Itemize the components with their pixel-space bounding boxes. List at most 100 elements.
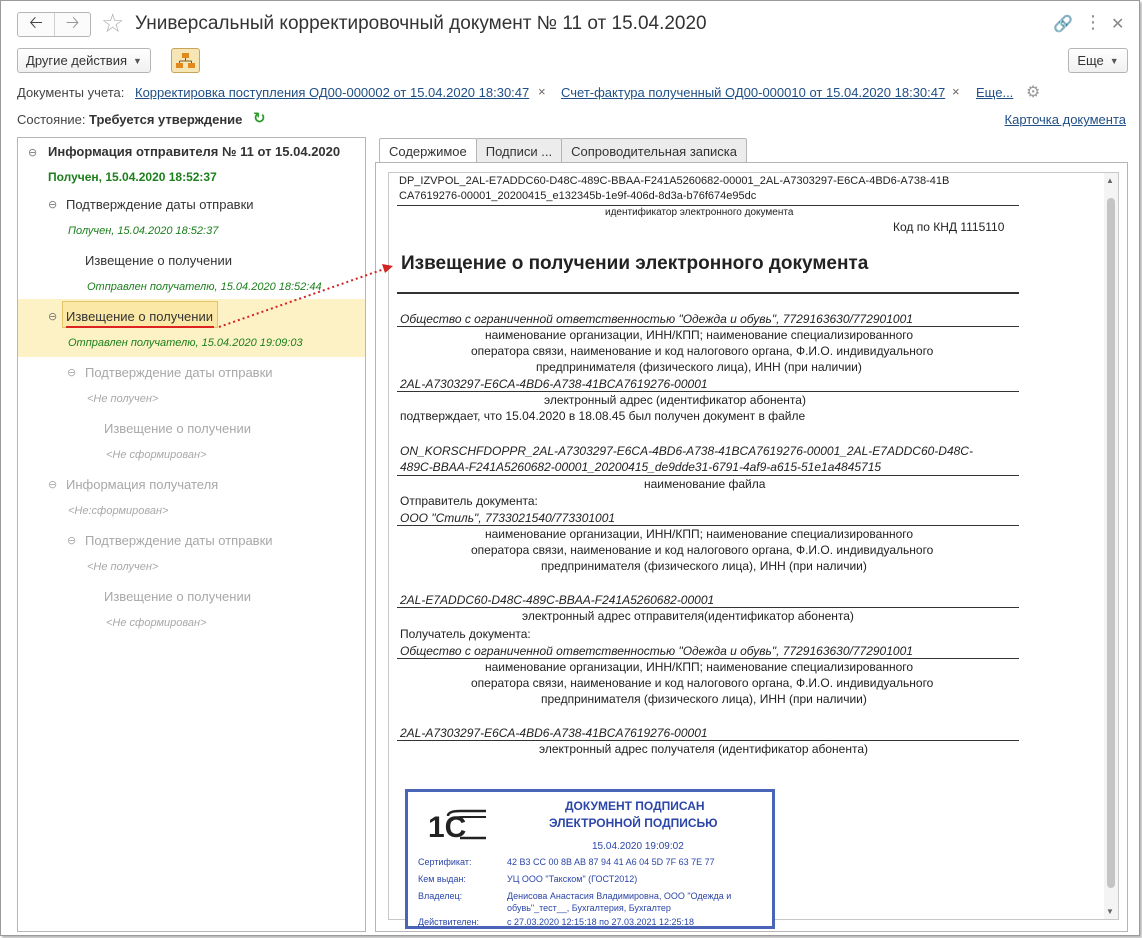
stamp-owner-value-1: Денисова Анастасия Владимировна, ООО "Од… (507, 891, 732, 901)
state-value: Требуется утверждение (89, 112, 243, 127)
org-caption-3: предпринимателя (физического лица), ИНН … (536, 360, 862, 374)
tree-node-status: <Не получен> (87, 561, 159, 573)
tab-signatures[interactable]: Подписи ... (475, 138, 563, 163)
stamp-owner-value-2: обувь"_тест__, Бухгалтерия, Бухгалтер (507, 903, 671, 913)
correction-document-link[interactable]: Корректировка поступления ОД00-000002 от… (135, 85, 529, 100)
collapse-icon[interactable]: ⊖ (48, 198, 57, 211)
sender-address-caption: электронный адрес отправителя(идентифика… (522, 609, 854, 623)
close-icon[interactable]: ✕ (1111, 14, 1124, 34)
file-name-line-1: ON_KORSCHFDOPPR_2AL-A7303297-E6CA-4BD6-A… (400, 444, 973, 458)
tree-node-status: <Не сформирован> (106, 617, 207, 629)
receiver-caption-1: наименование организации, ИНН/КПП; наиме… (485, 660, 914, 674)
back-button[interactable]: 🡠 (18, 13, 54, 36)
chevron-down-icon: ▼ (1109, 55, 1119, 66)
divider (397, 525, 1019, 526)
tree-node-status: <Не получен> (87, 393, 159, 405)
content-tabs: Содержимое Подписи ... Сопроводительная … (379, 138, 748, 164)
hierarchy-icon (176, 53, 195, 68)
other-actions-label: Другие действия (26, 53, 128, 68)
tree-node-status: Получен, 15.04.2020 18:52:37 (48, 170, 217, 184)
sender-caption-3: предпринимателя (физического лица), ИНН … (541, 559, 867, 573)
tree-node-title: Подтверждение даты отправки (66, 197, 254, 212)
remove-link-2-icon[interactable]: × (952, 84, 960, 99)
collapse-icon[interactable]: ⊖ (67, 366, 76, 379)
receiver-name: Общество с ограниченной ответственностью… (400, 644, 913, 658)
link-icon[interactable]: 🔗 (1053, 14, 1073, 34)
other-actions-button[interactable]: Другие действия ▼ (17, 48, 151, 73)
nav-buttons: 🡠 🡢 (17, 12, 91, 37)
tab-content[interactable]: Содержимое (379, 138, 477, 164)
stamp-issuer-label: Кем выдан: (418, 874, 466, 884)
tree-node-title: Извещение о получении (104, 421, 251, 436)
org-caption-1: наименование организации, ИНН/КПП; наиме… (485, 328, 914, 342)
stamp-cert-value: 42 B3 CC 00 8B AB 87 94 41 A6 04 5D 7F 6… (507, 857, 715, 867)
knd-code: Код по КНД 1115110 (893, 220, 1005, 234)
document-heading: Извещение о получении электронного докум… (401, 253, 869, 274)
divider (397, 475, 1019, 476)
more-button[interactable]: Еще ▼ (1068, 48, 1128, 73)
stamp-issuer-value: УЦ ООО "Такском" (ГОСТ2012) (507, 874, 638, 884)
file-name-line-2: 489C-BBAA-F241A5260682-00001_20200415_de… (400, 460, 882, 474)
documents-label: Документы учета: (17, 85, 125, 100)
collapse-icon[interactable]: ⊖ (67, 534, 76, 547)
stamp-valid-value: с 27.03.2020 12:15:18 по 27.03.2021 12:2… (507, 917, 695, 927)
signature-stamp: 1С ДОКУМЕНТ ПОДПИСАН ЭЛЕКТРОННОЙ ПОДПИСЬ… (405, 789, 775, 929)
sender-caption-1: наименование организации, ИНН/КПП; наиме… (485, 527, 914, 541)
more-label: Еще (1077, 53, 1104, 68)
file-name-caption: наименование файла (644, 477, 766, 491)
document-structure-button[interactable] (171, 48, 200, 73)
divider (397, 292, 1019, 294)
stamp-cert-label: Сертификат: (418, 857, 472, 867)
divider (397, 607, 1019, 608)
gear-icon[interactable]: ⚙ (1026, 82, 1040, 102)
remove-link-1-icon[interactable]: × (538, 84, 546, 99)
sender-name: ООО "Стиль", 7733021540/773301001 (400, 511, 616, 525)
divider (397, 740, 1019, 741)
scroll-up-icon[interactable]: ▲ (1106, 176, 1114, 185)
tree-node-status: Получен, 15.04.2020 18:52:37 (68, 225, 219, 237)
window: 🡠 🡢 ☆ Универсальный корректировочный док… (0, 0, 1140, 936)
forward-button[interactable]: 🡢 (53, 13, 90, 36)
file-id-line-2: CA7619276-00001_20200415_e132345b-1e9f-4… (399, 190, 757, 202)
invoice-document-link[interactable]: Счет-фактура полученный ОД00-000010 от 1… (561, 85, 945, 100)
tree-node-title: Извещение о получении (104, 589, 251, 604)
confirm-text: подтверждает, что 15.04.2020 в 18.08.45 … (400, 409, 806, 423)
divider (397, 658, 1019, 659)
sender-caption-2: оператора связи, наименование и код нало… (471, 543, 934, 557)
stamp-title-1: ДОКУМЕНТ ПОДПИСАН (565, 799, 705, 813)
arrow-left-icon: 🡠 (29, 13, 43, 32)
more-vertical-icon[interactable]: ⋮ (1084, 12, 1102, 33)
sender-address: 2AL-E7ADDC60-D48C-489C-BBAA-F241A5260682… (400, 593, 715, 607)
logo-1c: 1С (428, 809, 486, 842)
receiver-address-caption: электронный адрес получателя (идентифика… (539, 742, 869, 756)
org-name: Общество с ограниченной ответственностью… (400, 312, 913, 326)
stamp-valid-label: Действителен: (418, 917, 480, 927)
divider (397, 391, 1019, 392)
collapse-icon[interactable]: ⊖ (28, 146, 37, 159)
scroll-down-icon[interactable]: ▼ (1106, 907, 1114, 916)
collapse-icon[interactable]: ⊖ (48, 478, 57, 491)
arrow-right-icon: 🡢 (65, 13, 80, 32)
collapse-icon[interactable]: ⊖ (48, 310, 57, 323)
page-title: Универсальный корректировочный документ … (135, 13, 707, 34)
document-card-link[interactable]: Карточка документа (1005, 112, 1126, 127)
stamp-date: 15.04.2020 19:09:02 (592, 841, 684, 852)
divider (397, 326, 1019, 327)
tree-node-status: Отправлен получателю, 15.04.2020 18:52:4… (87, 281, 322, 293)
tree-node-title: Информация получателя (66, 477, 219, 492)
tree-node-status: <Не:сформирован> (68, 505, 169, 517)
scrollbar-thumb[interactable] (1107, 198, 1115, 888)
sender-label: Отправитель документа: (400, 494, 538, 508)
favorite-star-icon[interactable]: ☆ (101, 10, 124, 36)
tab-cover-note[interactable]: Сопроводительная записка (561, 138, 748, 163)
chevron-down-icon: ▼ (133, 55, 142, 66)
more-documents-link[interactable]: Еще... (976, 85, 1013, 100)
vertical-scrollbar[interactable]: ▲ ▼ (1104, 173, 1118, 919)
org-address: 2AL-A7303297-E6CA-4BD6-A738-41BCA7619276… (400, 377, 708, 391)
receiver-address: 2AL-A7303297-E6CA-4BD6-A738-41BCA7619276… (400, 726, 708, 740)
stamp-owner-label: Владелец: (418, 891, 463, 901)
refresh-icon[interactable]: ↻ (253, 109, 266, 127)
file-id-line-1: DP_IZVPOL_2AL-E7ADDC60-D48C-489C-BBAA-F2… (399, 175, 950, 187)
tree-node-title: Подтверждение даты отправки (85, 365, 273, 380)
tree-node-title: Подтверждение даты отправки (85, 533, 273, 548)
